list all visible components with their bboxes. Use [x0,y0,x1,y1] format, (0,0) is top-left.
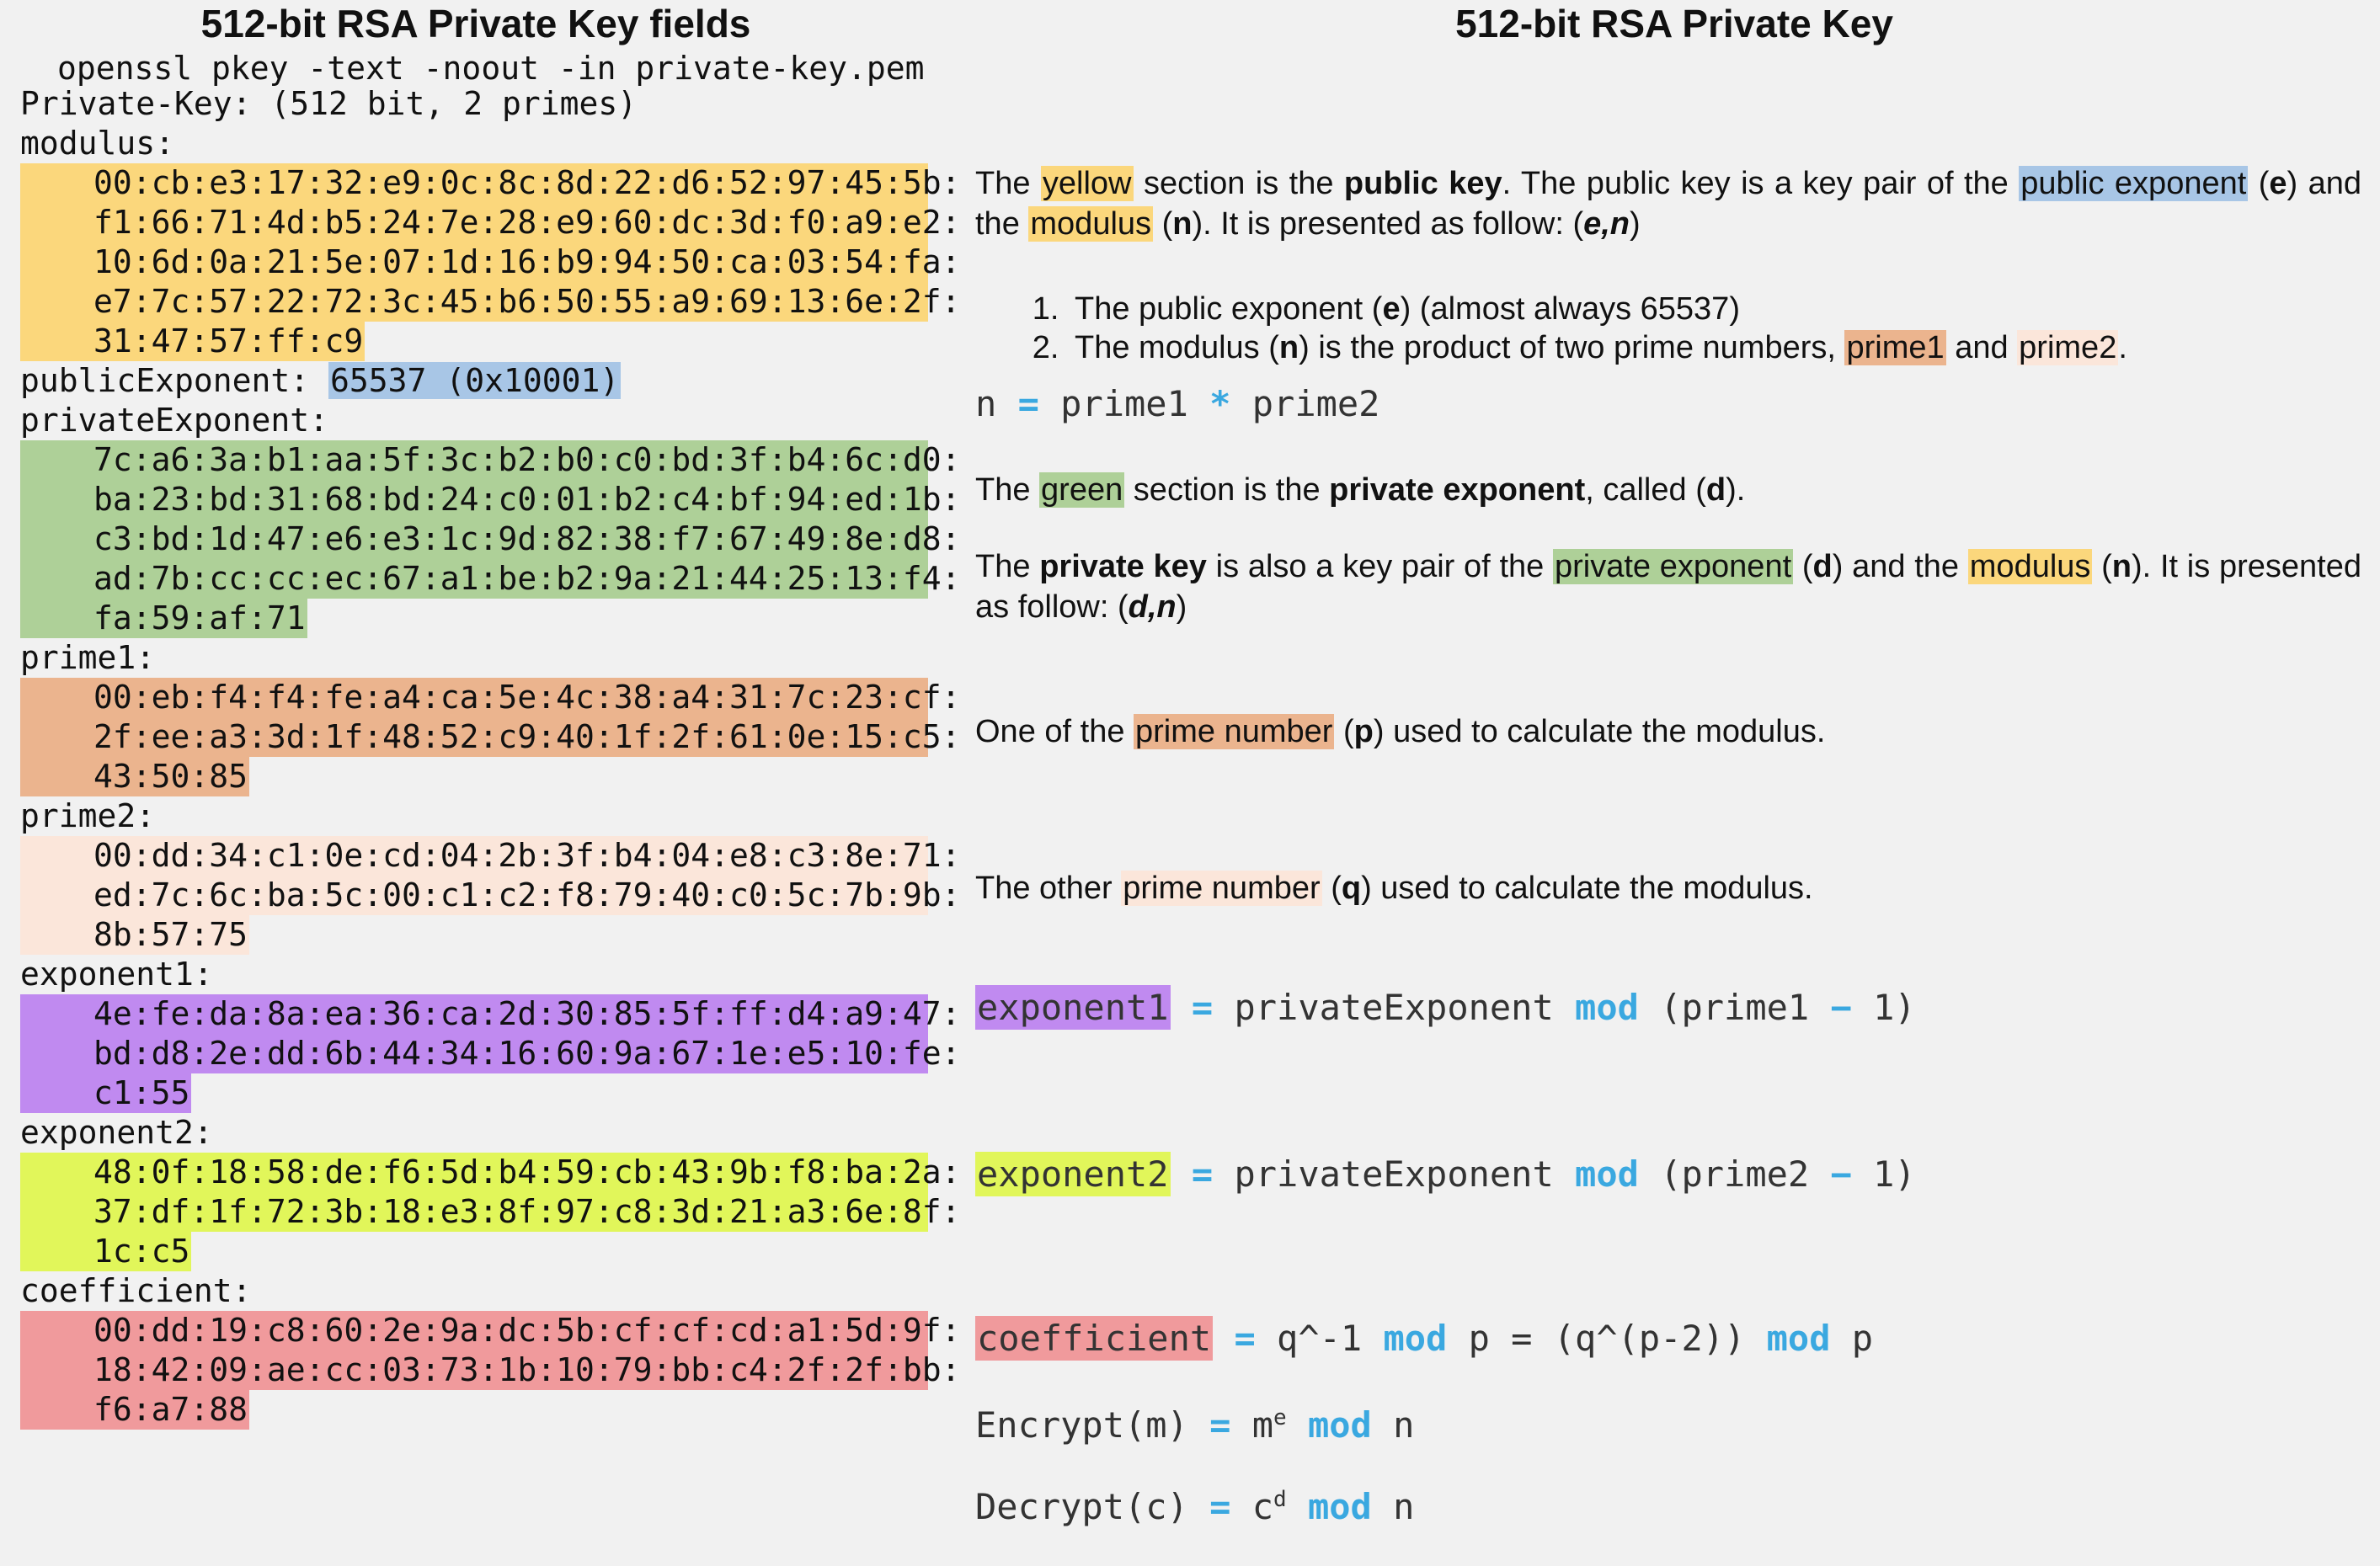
list-item: The modulus (n) is the product of two pr… [1068,328,2127,367]
hex-line: 10:6d:0a:21:5e:07:1d:16:b9:94:50:ca:03:5… [20,242,961,282]
hex-line: 1c:c5 [20,1232,192,1271]
hex-line: bd:d8:2e:dd:6b:44:34:16:60:9a:67:1e:e5:1… [20,1034,961,1073]
prime1-label: prime1: [20,639,156,676]
public-key-paragraph: The yellow section is the public key. Th… [975,166,2361,242]
private-exponent-block: 7c:a6:3a:b1:aa:5f:3c:b2:b0:c0:bd:3f:b4:6… [20,440,961,638]
green-highlight: green [1039,472,1125,508]
formula-encrypt: Encrypt(m) = me mod n [975,1404,1415,1446]
modulus-label: modulus: [20,125,175,162]
hex-line: 00:dd:34:c1:0e:cd:04:2b:3f:b4:04:e8:c3:8… [20,836,961,876]
hex-line: c1:55 [20,1073,192,1113]
hex-line: f6:a7:88 [20,1390,250,1430]
hex-line: 31:47:57:ff:c9 [20,322,366,361]
hex-line: 4e:fe:da:8a:ea:36:ca:2d:30:85:5f:ff:d4:a… [20,994,961,1034]
hex-line: 00:cb:e3:17:32:e9:0c:8c:8d:22:d6:52:97:4… [20,163,961,203]
hex-line: 8b:57:75 [20,915,250,955]
yellow-highlight: yellow [1040,166,1134,201]
formula-decrypt: Decrypt(c) = cd mod n [975,1486,1415,1527]
private-exponent-highlight: private exponent [1553,549,1794,584]
left-title: 512-bit RSA Private Key fields [200,2,751,45]
hex-line: 43:50:85 [20,757,250,796]
hex-line: ad:7b:cc:cc:ec:67:a1:be:b2:9a:21:44:25:1… [20,559,961,599]
command-line: openssl pkey -text -noout -in private-ke… [57,50,925,87]
prime1-highlight: prime1 [1844,330,1946,365]
public-exponent-label: publicExponent: [20,362,329,399]
right-title: 512-bit RSA Private Key [1455,2,1893,45]
hex-line: 18:42:09:ae:cc:03:73:1b:10:79:bb:c4:2f:2… [20,1350,961,1390]
public-key-list: The public exponent (e) (almost always 6… [975,290,2127,367]
coefficient-label: coefficient: [20,1272,252,1309]
exponent1-block: 4e:fe:da:8a:ea:36:ca:2d:30:85:5f:ff:d4:a… [20,994,961,1113]
public-exponent-highlight: public exponent [2019,166,2249,201]
coefficient-block: 00:dd:19:c8:60:2e:9a:dc:5b:cf:cf:cd:a1:5… [20,1311,961,1430]
prime2-block: 00:dd:34:c1:0e:cd:04:2b:3f:b4:04:e8:c3:8… [20,836,961,955]
exponent2-term: exponent2 [975,1152,1171,1196]
hex-line: 00:dd:19:c8:60:2e:9a:dc:5b:cf:cf:cd:a1:5… [20,1311,961,1350]
private-exponent-label: privateExponent: [20,402,329,439]
modulus-highlight: modulus [1967,549,2093,584]
prime1-paragraph: One of the prime number (p) used to calc… [975,714,1826,749]
private-key-paragraph: The private key is also a key pair of th… [975,549,2361,625]
formula-exponent2: exponent2 = privateExponent mod (prime2 … [975,1152,1916,1196]
prime-number-highlight: prime number [1134,714,1335,749]
hex-line: 48:0f:18:58:de:f6:5d:b4:59:cb:43:9b:f8:b… [20,1153,961,1192]
hex-line: ba:23:bd:31:68:bd:24:c0:01:b2:c4:bf:94:e… [20,480,961,519]
formula-exponent1: exponent1 = privateExponent mod (prime1 … [975,985,1916,1030]
modulus-highlight: modulus [1028,206,1154,242]
hex-line: f1:66:71:4d:b5:24:7e:28:e9:60:dc:3d:f0:a… [20,203,961,242]
formula-coefficient: coefficient = q^-1 mod p = (q^(p-2)) mod… [975,1316,1874,1361]
key-header: Private-Key: (512 bit, 2 primes) [20,85,638,122]
hex-line: c3:bd:1d:47:e6:e3:1c:9d:82:38:f7:67:49:8… [20,519,961,559]
prime2-highlight: prime2 [2017,330,2119,365]
hex-line: ed:7c:6c:ba:5c:00:c1:c2:f8:79:40:c0:5c:7… [20,876,961,915]
exponent1-term: exponent1 [975,985,1171,1030]
prime1-block: 00:eb:f4:f4:fe:a4:ca:5e:4c:38:a4:31:7c:2… [20,678,961,796]
hex-line: e7:7c:57:22:72:3c:45:b6:50:55:a9:69:13:6… [20,282,961,322]
hex-line: 2f:ee:a3:3d:1f:48:52:c9:40:1f:2f:61:0e:1… [20,717,961,757]
formula-n: n = prime1 * prime2 [975,383,1380,424]
hex-line: 37:df:1f:72:3b:18:e3:8f:97:c8:3d:21:a3:6… [20,1192,961,1232]
exponent1-label: exponent1: [20,956,213,993]
exponent2-label: exponent2: [20,1114,213,1151]
private-exponent-paragraph: The green section is the private exponen… [975,472,1746,508]
exponent2-block: 48:0f:18:58:de:f6:5d:b4:59:cb:43:9b:f8:b… [20,1153,961,1271]
public-exponent-line: publicExponent: 65537 (0x10001) [20,361,622,401]
prime2-paragraph: The other prime number (q) used to calcu… [975,871,1813,906]
hex-line: 7c:a6:3a:b1:aa:5f:3c:b2:b0:c0:bd:3f:b4:6… [20,440,961,480]
coefficient-term: coefficient [975,1316,1214,1361]
list-item: The public exponent (e) (almost always 6… [1068,290,2127,328]
prime-number-highlight: prime number [1121,871,1322,906]
prime2-label: prime2: [20,797,156,834]
hex-line: 00:eb:f4:f4:fe:a4:ca:5e:4c:38:a4:31:7c:2… [20,678,961,717]
modulus-block: 00:cb:e3:17:32:e9:0c:8c:8d:22:d6:52:97:4… [20,163,961,361]
hex-line: fa:59:af:71 [20,599,307,638]
public-exponent-value: 65537 (0x10001) [328,362,622,399]
